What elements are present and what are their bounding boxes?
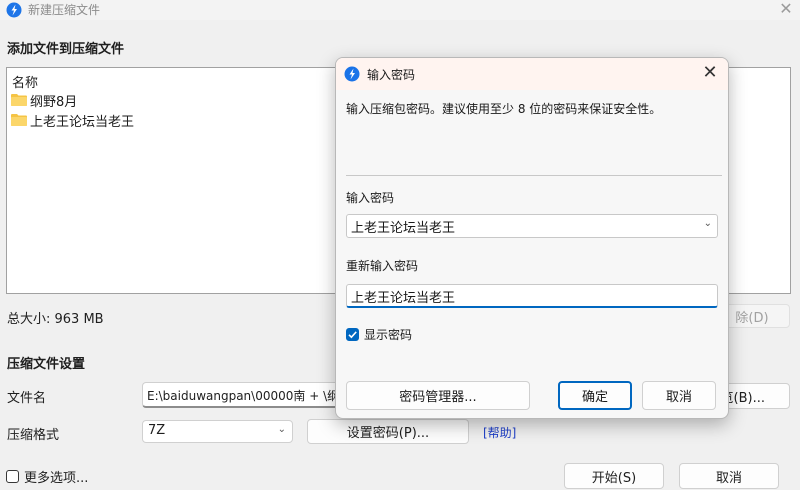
confirm-password-input[interactable]: 上老王论坛当老王 [346,284,718,308]
checkbox-checked-icon[interactable] [346,328,359,341]
chevron-down-icon[interactable]: ⌄ [704,218,712,229]
password-label: 输入密码 [346,191,395,205]
confirm-password-label: 重新输入密码 [346,259,419,273]
password-hint: 输入压缩包密码。建议使用至少 8 位的密码来保证安全性。 [346,102,662,116]
show-password-label: 显示密码 [364,328,413,342]
ok-button[interactable]: 确定 [558,381,632,410]
password-manager-button[interactable]: 密码管理器... [346,381,530,410]
checkmark-icon [348,331,357,339]
password-value: 上老王论坛当老王 [351,221,456,236]
bandizip-logo-icon [344,66,360,82]
password-input[interactable]: 上老王论坛当老王 ⌄ [346,214,718,238]
password-dialog: 输入密码 ✕ 输入压缩包密码。建议使用至少 8 位的密码来保证安全性。 输入密码… [335,57,729,419]
dialog-title-bar: 输入密码 ✕ [336,58,728,90]
close-icon[interactable]: ✕ [698,62,722,86]
divider [346,175,722,176]
dialog-cancel-button[interactable]: 取消 [642,381,716,410]
dialog-title: 输入密码 [367,68,416,82]
show-password-checkbox[interactable]: 显示密码 [346,326,412,343]
